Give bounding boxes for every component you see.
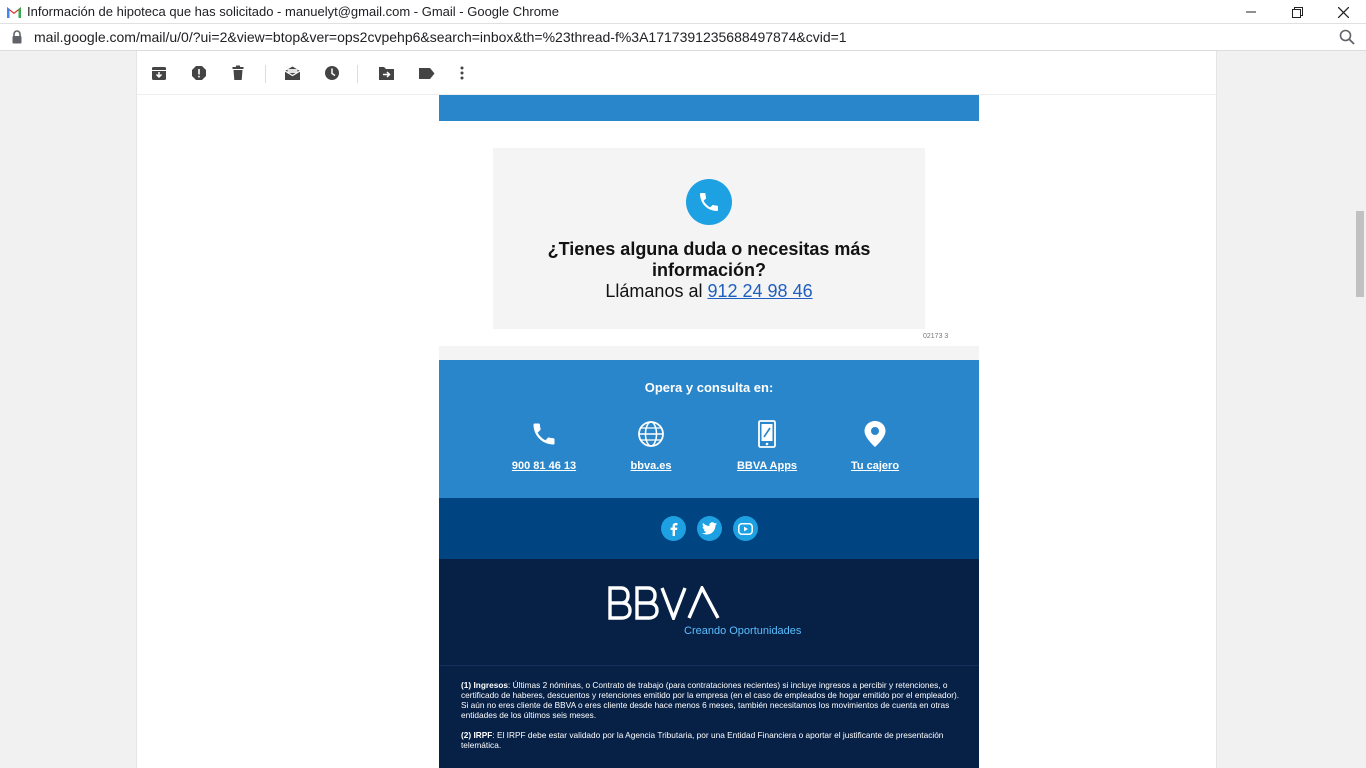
legal-section: (1) Ingresos: Últimas 2 nóminas, o Contr… xyxy=(439,666,979,768)
youtube-icon xyxy=(738,522,753,535)
mark-unread-icon xyxy=(284,66,300,80)
legal-p1-text: : Últimas 2 nóminas, o Contrato de traba… xyxy=(461,680,960,720)
legal-p2-label: (2) IRPF xyxy=(461,730,493,740)
window-titlebar: Información de hipoteca que has solicita… xyxy=(0,0,1366,24)
delete-icon xyxy=(232,65,244,80)
bbva-logo xyxy=(608,586,720,620)
lock-icon[interactable] xyxy=(11,30,23,44)
page-scrollbar[interactable] xyxy=(1354,51,1366,768)
legal-paragraph-1: (1) Ingresos: Últimas 2 nóminas, o Contr… xyxy=(461,680,961,720)
mark-unread-button[interactable] xyxy=(283,64,301,82)
toolbar-divider xyxy=(265,65,266,83)
legal-p1-label: (1) Ingresos xyxy=(461,680,509,690)
window-title: Información de hipoteca que has solicita… xyxy=(27,4,559,19)
report-spam-button[interactable] xyxy=(190,64,208,82)
minimize-button[interactable] xyxy=(1228,0,1274,24)
opera-item-phone[interactable]: 900 81 46 13 xyxy=(489,418,599,472)
snooze-icon xyxy=(325,66,339,80)
twitter-button[interactable] xyxy=(697,516,722,541)
more-options-button[interactable] xyxy=(453,64,471,82)
blue-banner xyxy=(439,95,979,121)
archive-icon xyxy=(152,67,166,80)
url-text[interactable]: mail.google.com/mail/u/0/?ui=2&view=btop… xyxy=(34,29,847,45)
toolbar-divider xyxy=(357,65,358,83)
move-to-button[interactable] xyxy=(377,64,395,82)
twitter-icon xyxy=(702,522,717,535)
archive-button[interactable] xyxy=(150,64,168,82)
report-spam-icon xyxy=(192,66,206,80)
opera-atm-link[interactable]: Tu cajero xyxy=(820,460,930,472)
minimize-icon xyxy=(1246,11,1256,13)
gmail-right-gutter xyxy=(1217,51,1354,768)
opera-apps-link[interactable]: BBVA Apps xyxy=(712,460,822,472)
gmail-left-gutter xyxy=(0,51,136,768)
brand-section: Creando Oportunidades xyxy=(439,559,979,666)
restore-button[interactable] xyxy=(1274,0,1320,24)
gmail-icon xyxy=(7,6,21,18)
opera-web-link[interactable]: bbva.es xyxy=(596,460,706,472)
mobile-icon xyxy=(758,420,776,448)
message-toolbar xyxy=(137,51,1218,95)
call-us-text: Llámanos al xyxy=(605,281,703,301)
move-to-icon xyxy=(378,66,394,80)
opera-title: Opera y consulta en: xyxy=(644,380,774,395)
youtube-button[interactable] xyxy=(733,516,758,541)
call-us-line: Llámanos al 912 24 98 46 xyxy=(493,281,925,302)
message-panel: ¿Tienes alguna duda o necesitas más info… xyxy=(136,51,1218,768)
phone-circle-icon xyxy=(686,179,732,225)
close-icon xyxy=(1337,6,1349,18)
phone-link[interactable]: 912 24 98 46 xyxy=(707,281,812,301)
label-button[interactable] xyxy=(417,64,435,82)
gray-divider xyxy=(439,346,979,360)
brand-tagline: Creando Oportunidades xyxy=(684,625,802,637)
reference-code: 02173 3 xyxy=(923,333,949,340)
opera-section: Opera y consulta en: 900 81 46 13 bbva.e… xyxy=(439,360,979,498)
label-icon xyxy=(418,67,434,79)
social-section xyxy=(439,498,979,559)
opera-item-atm[interactable]: Tu cajero xyxy=(820,418,930,472)
email-body: ¿Tienes alguna duda o necesitas más info… xyxy=(439,95,979,768)
facebook-icon xyxy=(670,522,677,536)
legal-paragraph-2: (2) IRPF: El IRPF debe estar validado po… xyxy=(461,730,961,750)
opera-phone-link[interactable]: 900 81 46 13 xyxy=(489,460,599,472)
opera-item-apps[interactable]: BBVA Apps xyxy=(712,418,822,472)
snooze-button[interactable] xyxy=(323,64,341,82)
globe-icon xyxy=(638,421,664,447)
contact-box: ¿Tienes alguna duda o necesitas más info… xyxy=(493,148,925,329)
zoom-icon[interactable] xyxy=(1339,29,1355,45)
location-pin-icon xyxy=(864,421,886,447)
facebook-button[interactable] xyxy=(661,516,686,541)
scrollbar-thumb[interactable] xyxy=(1356,211,1364,297)
delete-button[interactable] xyxy=(229,64,247,82)
phone-icon xyxy=(533,423,555,445)
more-icon xyxy=(460,66,464,80)
restore-icon xyxy=(1291,6,1303,18)
phone-icon xyxy=(700,193,718,211)
legal-p2-text: : El IRPF debe estar validado por la Age… xyxy=(461,730,944,750)
opera-item-web[interactable]: bbva.es xyxy=(596,418,706,472)
close-button[interactable] xyxy=(1320,0,1366,24)
contact-question: ¿Tienes alguna duda o necesitas más info… xyxy=(547,239,871,280)
address-bar[interactable]: mail.google.com/mail/u/0/?ui=2&view=btop… xyxy=(0,24,1366,51)
